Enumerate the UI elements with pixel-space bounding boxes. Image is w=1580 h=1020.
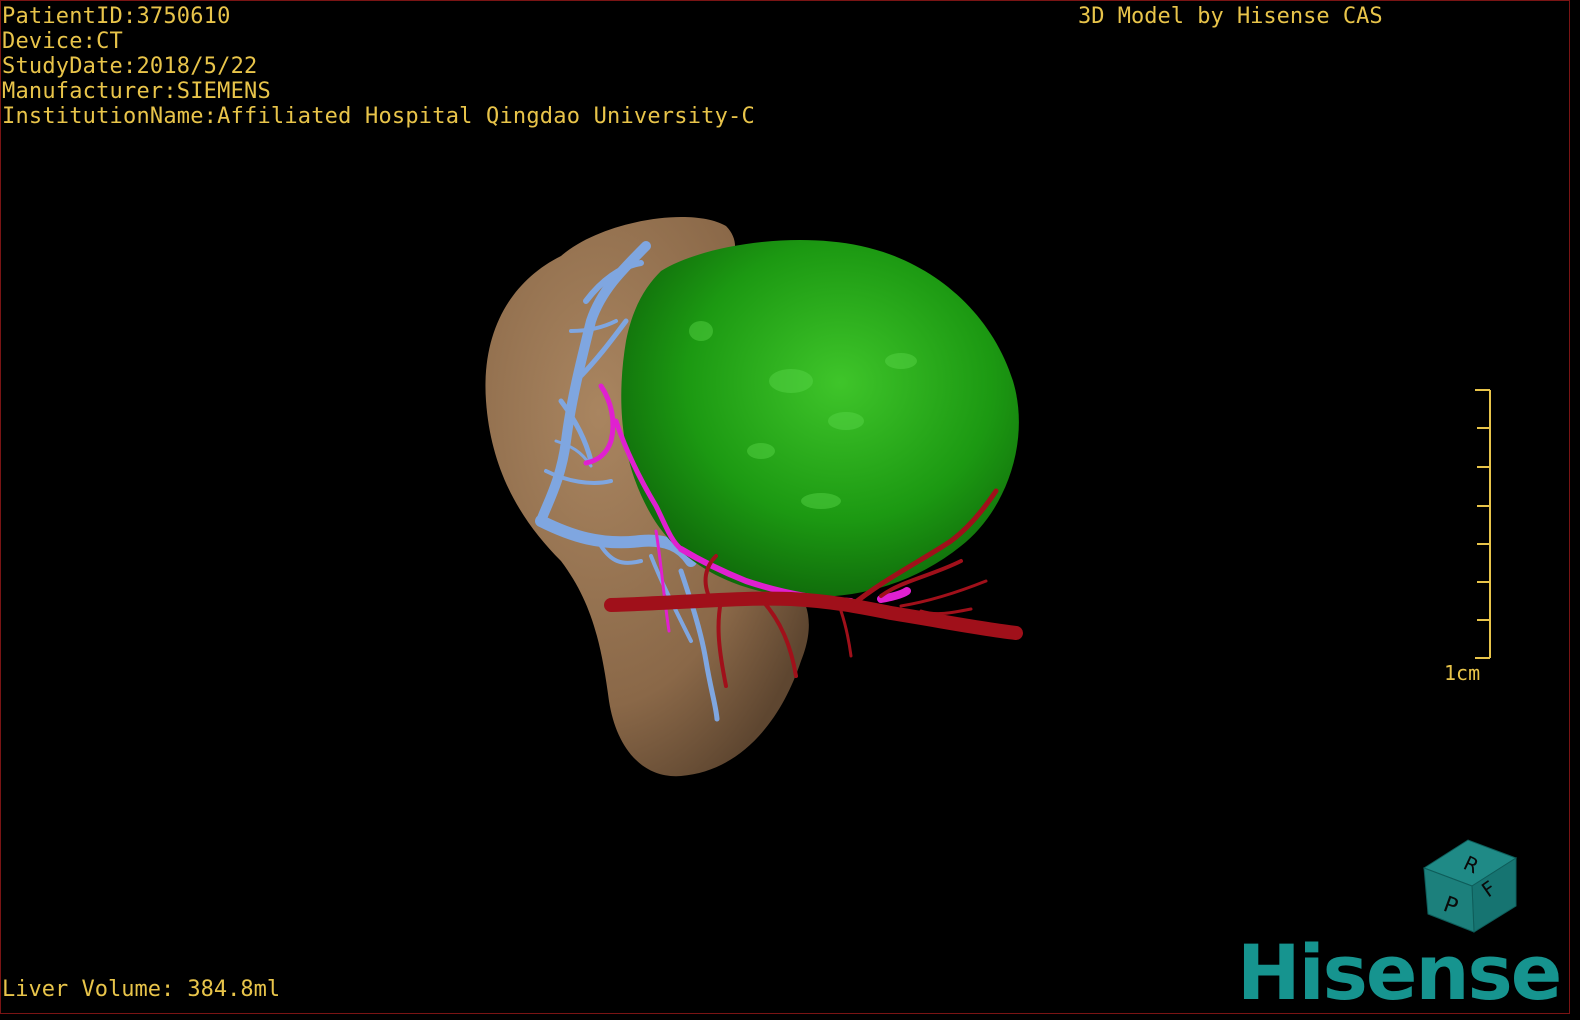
tumor-model bbox=[621, 240, 1019, 597]
patient-id-label: PatientID:3750610 bbox=[2, 4, 231, 29]
manufacturer-label: Manufacturer:SIEMENS bbox=[2, 79, 271, 104]
liver-volume-label: Liver Volume: 384.8ml bbox=[2, 977, 281, 1002]
device-label: Device:CT bbox=[2, 29, 124, 54]
hisense-logo: Hisense bbox=[1237, 928, 1562, 1014]
scale-bar bbox=[1475, 389, 1491, 659]
3d-liver-model-render[interactable] bbox=[1, 1, 1569, 1013]
institution-name-label: InstitutionName:Affiliated Hospital Qing… bbox=[2, 104, 755, 129]
model-credit-label: 3D Model by Hisense CAS bbox=[1078, 4, 1383, 29]
3d-viewport[interactable]: PatientID:3750610 Device:CT StudyDate:20… bbox=[0, 0, 1570, 1014]
study-date-label: StudyDate:2018/5/22 bbox=[2, 54, 258, 79]
orientation-cube[interactable]: R F P bbox=[1416, 836, 1526, 936]
scale-bar-label: 1cm bbox=[1444, 661, 1481, 685]
